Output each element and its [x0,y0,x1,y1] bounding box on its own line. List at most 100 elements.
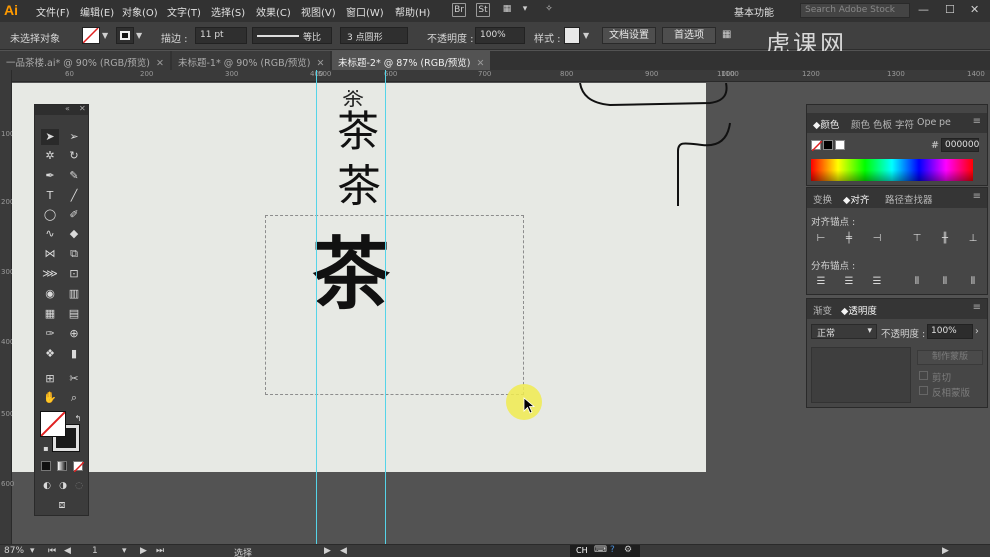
eraser-tool-icon[interactable]: ◆ [65,226,83,242]
menu-effect[interactable]: 效果(C) [256,4,291,19]
ellipse-tool-icon[interactable]: ◯ [41,207,59,223]
align-right-icon[interactable]: ⊣ [871,233,883,245]
shaper-tool-icon[interactable]: ∿ [41,226,59,242]
magic-wand-tool-icon[interactable]: ✲ [41,148,59,164]
distribute-top-icon[interactable]: ☰ [815,276,827,288]
guide-line[interactable] [385,70,386,544]
glyph-tea-light[interactable]: 茶 [337,150,381,214]
tab-color[interactable]: ◆颜色 [813,117,839,131]
arrange-documents-icon[interactable]: ▦ [500,3,514,17]
reflect-tool-icon[interactable]: ⋈ [41,246,59,262]
close-tab-icon[interactable]: ✕ [317,58,325,69]
menu-view[interactable]: 视图(V) [301,4,336,19]
type-tool-icon[interactable]: T [41,188,59,204]
menu-select[interactable]: 选择(S) [211,4,245,19]
artboard-tool-icon[interactable]: ⊞ [41,371,59,387]
input-method-label[interactable]: CH [576,546,588,555]
adobe-stock-search-input[interactable]: Search Adobe Stock [800,3,910,18]
distribute-hcenter-icon[interactable]: ⦀ [939,276,951,288]
more-options-icon[interactable]: ▦ [722,29,731,40]
menu-edit[interactable]: 编辑(E) [80,4,114,19]
scale-tool-icon[interactable]: ⧉ [65,246,83,262]
fill-color-box[interactable] [40,411,66,437]
stroke-weight-input[interactable]: 11 pt [195,27,247,44]
style-dropdown-icon[interactable]: ▼ [583,31,589,40]
tab-opentype-overflow[interactable]: pe [939,117,951,128]
hand-tool-icon[interactable]: ✋ [41,390,59,406]
color-spectrum[interactable] [811,159,973,181]
curvature-tool-icon[interactable]: ✎ [65,168,83,184]
close-tab-icon[interactable]: ✕ [156,58,164,69]
fill-dropdown-icon[interactable]: ▼ [102,31,108,40]
keyboard-icon[interactable]: ⌨ [594,545,607,555]
tab-transform[interactable]: 变换 [813,192,832,206]
align-top-icon[interactable]: ⊤ [911,233,923,245]
swap-fill-stroke-icon[interactable]: ↰ [69,411,87,427]
status-menu-icon[interactable]: ▶ [324,546,331,556]
lasso-tool-icon[interactable]: ↻ [65,148,83,164]
tab-color-guide[interactable]: 颜色 [851,117,870,131]
distribute-left-icon[interactable]: ⦀ [911,276,923,288]
gradient-tool-icon[interactable]: ▤ [65,306,83,322]
graphic-style-swatch[interactable] [564,27,580,44]
black-swatch[interactable] [823,140,833,150]
next-artboard-icon[interactable]: ▶ [140,546,147,556]
bridge-icon[interactable]: Br [452,3,466,17]
tab-document-3[interactable]: 未标题-2* @ 87% (RGB/预览) ✕ [332,51,490,70]
tools-panel-header[interactable]: « ✕ [35,104,88,115]
document-setup-button[interactable]: 文档设置 [602,27,656,44]
menu-help[interactable]: 帮助(H) [395,4,430,19]
none-mode-icon[interactable] [73,461,85,473]
direct-selection-tool-icon[interactable]: ➢ [65,129,83,145]
color-mode-icon[interactable] [41,461,51,471]
brush-definition-select[interactable]: 3 点圆形 [340,27,408,44]
guide-line[interactable] [316,70,317,544]
vertical-ruler[interactable]: 100 200 300 400 500 600 [0,70,14,544]
align-vertical-center-icon[interactable]: ╫ [939,233,951,245]
close-tab-icon[interactable]: ✕ [477,58,485,69]
hex-input[interactable]: 000000 [941,138,979,152]
horizontal-ruler[interactable]: 60 200 300 400 500 600 700 800 900 1000 … [12,70,990,82]
align-left-icon[interactable]: ⊢ [815,233,827,245]
mesh-tool-icon[interactable]: ▦ [41,306,59,322]
pen-tool-icon[interactable]: ✒ [41,168,59,184]
tab-transparency[interactable]: ◆透明度 [841,303,877,317]
zoom-level[interactable]: 87% [4,546,24,556]
eyedropper-tool-icon[interactable]: ✑ [41,326,59,342]
tab-pathfinder[interactable]: 路径查找器 [885,192,933,206]
tab-swatches[interactable]: 色板 [873,117,892,131]
blend-tool-icon[interactable]: ⊕ [65,326,83,342]
variable-width-profile[interactable]: 等比 [252,27,332,44]
clip-checkbox[interactable] [919,371,928,380]
align-bottom-icon[interactable]: ⊥ [967,233,979,245]
tab-align[interactable]: ◆对齐 [843,192,869,206]
opacity-input[interactable]: 100% [475,27,525,44]
stroke-color-swatch[interactable] [116,27,134,44]
free-transform-tool-icon[interactable]: ⊡ [65,266,83,282]
menu-window[interactable]: 窗口(W) [346,4,384,19]
gradient-mode-icon[interactable] [57,461,67,471]
invert-mask-checkbox[interactable] [919,386,928,395]
menu-file[interactable]: 文件(F) [36,4,70,19]
last-artboard-icon[interactable]: ⏭ [156,546,164,556]
screen-mode-icon[interactable]: ⧈ [53,497,71,513]
symbol-sprayer-tool-icon[interactable]: ❖ [41,346,59,362]
white-swatch[interactable] [835,140,845,150]
slice-tool-icon[interactable]: ✂ [65,371,83,387]
selection-tool-icon[interactable]: ➤ [41,129,59,145]
preferences-button[interactable]: 首选项 [662,27,716,44]
hand-drawn-path[interactable] [570,83,740,213]
default-colors-icon[interactable]: ▪ [37,441,55,457]
line-tool-icon[interactable]: ╱ [65,188,83,204]
fill-color-swatch[interactable] [82,27,100,44]
close-icon[interactable]: ✕ [970,3,979,16]
menu-object[interactable]: 对象(O) [122,4,158,19]
minimize-icon[interactable]: — [918,3,929,16]
align-horizontal-center-icon[interactable]: ╪ [843,233,855,245]
workspace-switcher[interactable]: 基本功能 [734,4,774,19]
panel-menu-icon[interactable]: ≡ [973,116,981,127]
first-artboard-icon[interactable]: ⏮ [48,546,56,556]
tab-gradient[interactable]: 渐变 [813,303,832,317]
tab-document-2[interactable]: 未标题-1* @ 90% (RGB/预览) ✕ [172,51,330,70]
stock-icon[interactable]: St [476,3,490,17]
